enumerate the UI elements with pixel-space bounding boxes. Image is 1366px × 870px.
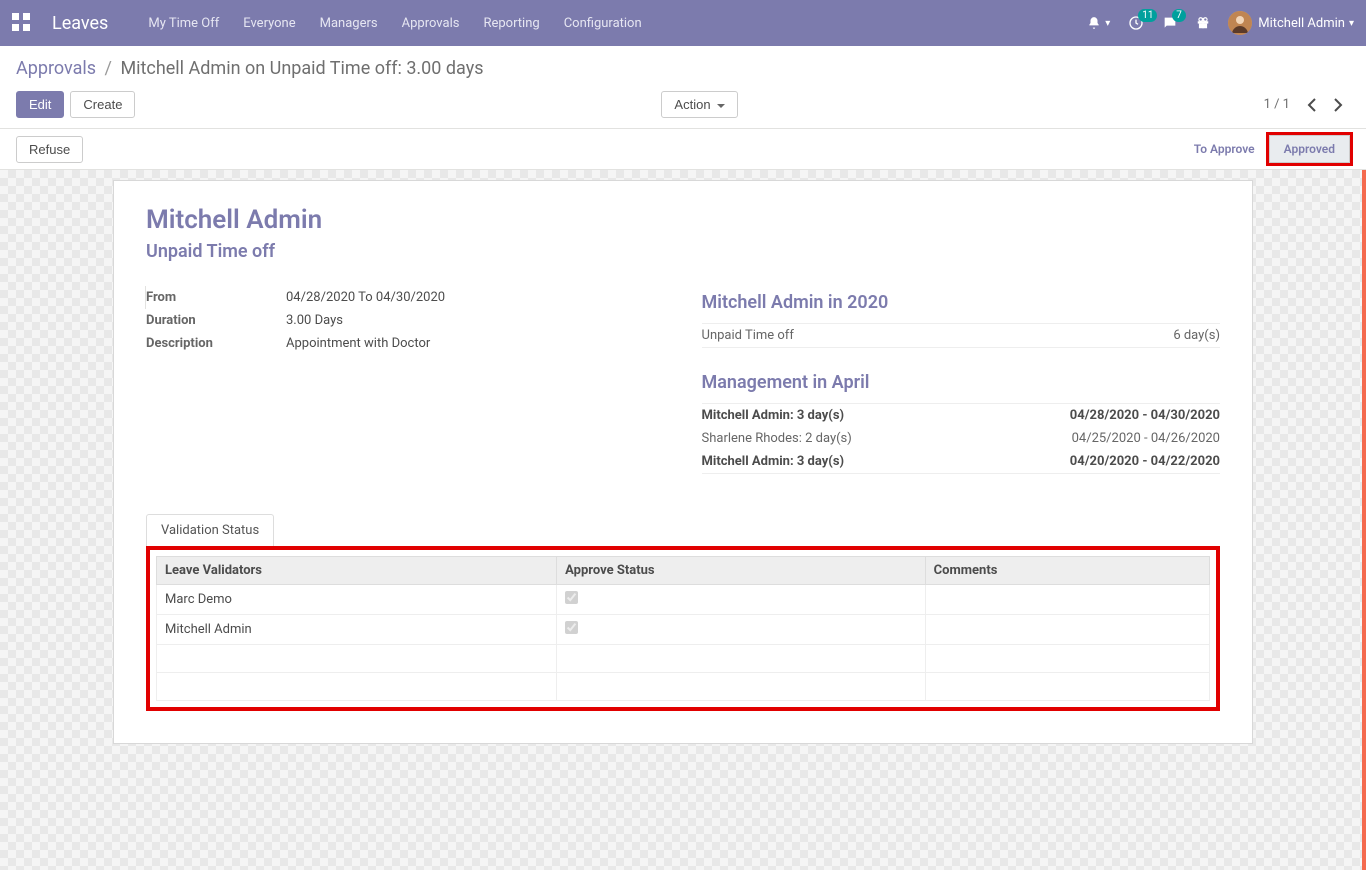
control-panel: Approvals / Mitchell Admin on Unpaid Tim… xyxy=(0,46,1366,129)
menu-my-time-off[interactable]: My Time Off xyxy=(148,16,219,31)
form-sheet: Mitchell Admin Unpaid Time off From 04/2… xyxy=(113,180,1253,744)
apps-icon[interactable] xyxy=(12,13,32,33)
approved-checkbox xyxy=(565,621,578,634)
validation-table: Leave Validators Approve Status Comments… xyxy=(156,556,1210,701)
summary-row: Sharlene Rhodes: 2 day(s) 04/25/2020 - 0… xyxy=(702,427,1220,450)
label-from: From xyxy=(146,290,286,305)
user-menu[interactable]: Mitchell Admin ▾ xyxy=(1228,11,1354,35)
gift-icon[interactable] xyxy=(1196,16,1210,30)
activity-badge: 11 xyxy=(1138,9,1157,22)
summary-row: Mitchell Admin: 3 day(s) 04/28/2020 - 04… xyxy=(702,404,1220,427)
pager-prev-button[interactable] xyxy=(1300,93,1324,117)
status-approved[interactable]: Approved xyxy=(1269,135,1350,163)
summary-row: Mitchell Admin: 3 day(s) 04/20/2020 - 04… xyxy=(702,450,1220,473)
status-to-approve[interactable]: To Approve xyxy=(1180,136,1269,162)
summary-left: Unpaid Time off xyxy=(702,328,794,343)
menu-approvals[interactable]: Approvals xyxy=(402,16,460,31)
status-bar: Refuse To Approve Approved xyxy=(0,129,1366,170)
summary-right: 04/20/2020 - 04/22/2020 xyxy=(1070,454,1220,469)
page-title: Mitchell Admin xyxy=(146,205,1220,235)
pager-next-button[interactable] xyxy=(1326,93,1350,117)
navbar: Leaves My Time Off Everyone Managers App… xyxy=(0,0,1366,46)
label-description: Description xyxy=(146,336,286,351)
value-duration: 3.00 Days xyxy=(286,313,662,328)
messages-icon[interactable]: 7 xyxy=(1162,15,1178,31)
validator-comment xyxy=(925,585,1209,615)
app-brand[interactable]: Leaves xyxy=(52,13,108,34)
approved-checkbox xyxy=(565,591,578,604)
validation-table-highlight: Leave Validators Approve Status Comments… xyxy=(146,546,1220,711)
validator-approved xyxy=(557,615,926,645)
notifications-icon[interactable]: ▾ xyxy=(1087,16,1110,30)
menu-everyone[interactable]: Everyone xyxy=(243,16,295,31)
systray: ▾ 11 7 Mitchell Admin ▾ xyxy=(1087,11,1354,35)
activity-icon[interactable]: 11 xyxy=(1128,15,1144,31)
summary-left: Mitchell Admin: 3 day(s) xyxy=(702,408,845,423)
validator-approved xyxy=(557,585,926,615)
summary-left: Sharlene Rhodes: 2 day(s) xyxy=(702,431,852,446)
table-row-empty xyxy=(157,673,1210,701)
caret-down-icon: ▾ xyxy=(1349,18,1354,29)
menu-configuration[interactable]: Configuration xyxy=(564,16,642,31)
summary-row: Unpaid Time off 6 day(s) xyxy=(702,324,1220,347)
summary-right: 04/28/2020 - 04/30/2020 xyxy=(1070,408,1220,423)
tabs: Validation Status xyxy=(146,514,1220,546)
validator-comment xyxy=(925,615,1209,645)
edit-button[interactable]: Edit xyxy=(16,91,64,118)
breadcrumb-separator: / xyxy=(105,58,112,79)
validator-name: Marc Demo xyxy=(157,585,557,615)
avatar xyxy=(1228,11,1252,35)
breadcrumb-link[interactable]: Approvals xyxy=(16,58,96,79)
page-subtitle: Unpaid Time off xyxy=(146,241,1220,262)
main-menu: My Time Off Everyone Managers Approvals … xyxy=(148,16,1087,31)
summary-right: 6 day(s) xyxy=(1173,328,1220,343)
messages-badge: 7 xyxy=(1172,9,1186,22)
table-row-empty xyxy=(157,645,1210,673)
summary-left: Mitchell Admin: 3 day(s) xyxy=(702,454,845,469)
summary-right: 04/25/2020 - 04/26/2020 xyxy=(1072,431,1220,446)
col-comments: Comments xyxy=(925,557,1209,585)
breadcrumb: Approvals / Mitchell Admin on Unpaid Tim… xyxy=(16,58,484,79)
menu-managers[interactable]: Managers xyxy=(320,16,378,31)
pager-text: 1 / 1 xyxy=(1264,97,1290,112)
label-duration: Duration xyxy=(146,313,286,328)
form-view-background: Mitchell Admin Unpaid Time off From 04/2… xyxy=(0,170,1366,870)
value-from: 04/28/2020 To 04/30/2020 xyxy=(286,290,662,305)
caret-down-icon: ▾ xyxy=(1105,18,1110,29)
action-dropdown[interactable]: Action xyxy=(661,91,737,118)
year-summary-table: Unpaid Time off 6 day(s) xyxy=(702,323,1220,348)
create-button[interactable]: Create xyxy=(70,91,135,118)
refuse-button[interactable]: Refuse xyxy=(16,136,83,163)
col-leave-validators: Leave Validators xyxy=(157,557,557,585)
breadcrumb-current: Mitchell Admin on Unpaid Time off: 3.00 … xyxy=(120,58,483,79)
month-summary-table: Mitchell Admin: 3 day(s) 04/28/2020 - 04… xyxy=(702,403,1220,474)
month-summary-title: Management in April xyxy=(702,372,1220,393)
table-row[interactable]: Marc Demo xyxy=(157,585,1210,615)
value-description: Appointment with Doctor xyxy=(286,336,662,351)
table-row[interactable]: Mitchell Admin xyxy=(157,615,1210,645)
col-approve-status: Approve Status xyxy=(557,557,926,585)
user-name: Mitchell Admin xyxy=(1258,16,1345,31)
tab-validation-status[interactable]: Validation Status xyxy=(146,514,274,546)
validator-name: Mitchell Admin xyxy=(157,615,557,645)
menu-reporting[interactable]: Reporting xyxy=(483,16,539,31)
year-summary-title: Mitchell Admin in 2020 xyxy=(702,292,1220,313)
